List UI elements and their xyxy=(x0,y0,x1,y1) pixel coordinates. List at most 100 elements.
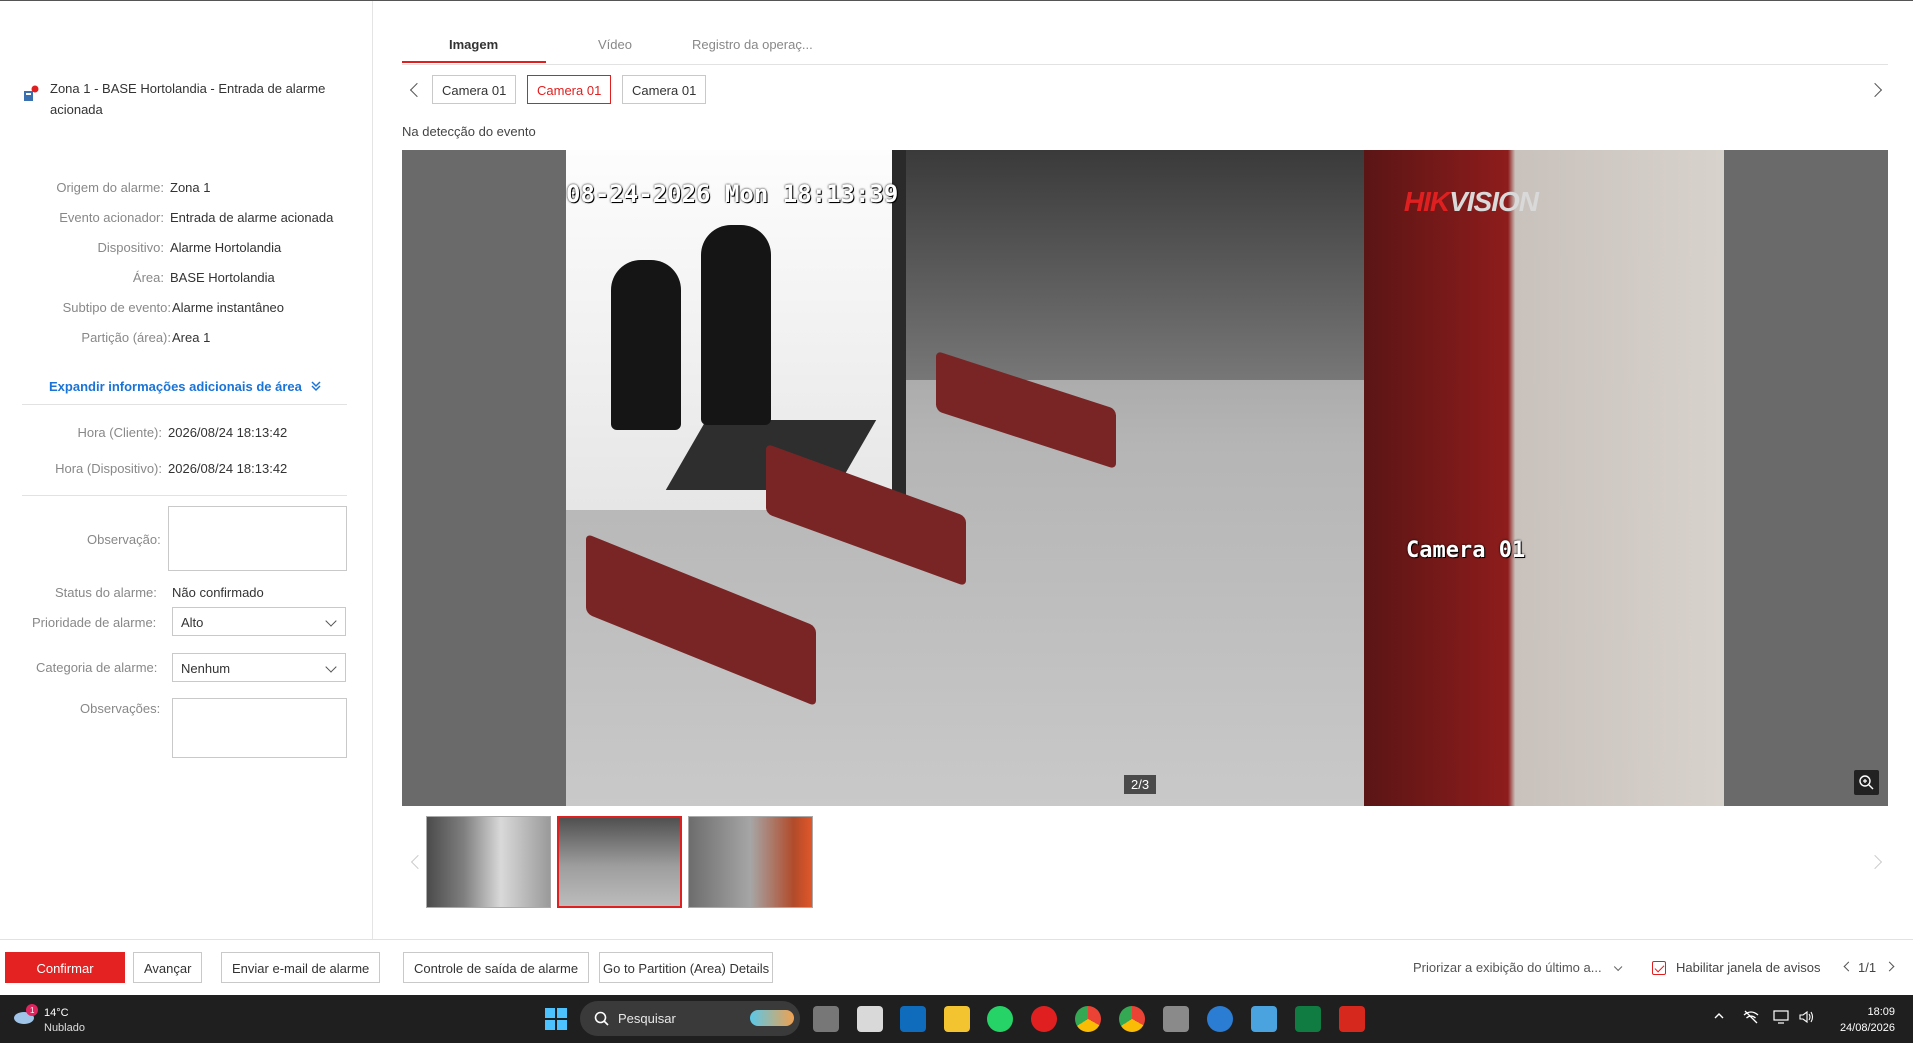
chevron-left-icon[interactable] xyxy=(409,82,425,98)
categoria-value: Nenhum xyxy=(181,661,231,676)
osd-camera-name: Camera 01 xyxy=(1406,538,1526,563)
clock-time[interactable]: 18:09 xyxy=(1867,1006,1895,1018)
settings-app-icon[interactable] xyxy=(1207,1006,1233,1032)
alarm-header: Zona 1 - BASE Hortolandia - Entrada de a… xyxy=(22,78,352,120)
weather-cloud-icon[interactable]: 1 xyxy=(12,1004,38,1024)
time-label: Hora (Dispositivo): xyxy=(55,461,162,476)
detail-label: Evento acionador: xyxy=(59,210,164,225)
scene-wall xyxy=(1364,150,1724,806)
status-label: Status do alarme: xyxy=(55,585,157,600)
whatsapp-icon[interactable] xyxy=(987,1006,1013,1032)
divider xyxy=(22,404,347,405)
camera-button-2[interactable]: Camera 01 xyxy=(527,75,612,104)
zoom-button[interactable] xyxy=(1854,770,1879,795)
network-off-icon[interactable] xyxy=(1743,1010,1759,1027)
weather-desc: Nublado xyxy=(44,1022,85,1034)
calculator-icon[interactable] xyxy=(1163,1006,1189,1032)
start-windows-icon[interactable] xyxy=(543,1006,569,1032)
tab-registro[interactable]: Registro da operaç... xyxy=(692,37,813,52)
thumbnail-3[interactable] xyxy=(688,816,813,908)
detail-area: Área: BASE Hortolandia xyxy=(0,270,360,290)
scene-person xyxy=(701,225,771,425)
alarm-details-panel: Zona 1 - BASE Hortolandia - Entrada de a… xyxy=(0,1,373,939)
thumbnail-1[interactable] xyxy=(426,816,551,908)
send-email-button[interactable]: Enviar e-mail de alarme xyxy=(221,952,381,983)
thumb-next-icon[interactable] xyxy=(1867,854,1883,870)
enable-popup-label: Habilitar janela de avisos xyxy=(1676,960,1821,975)
camera-button-1[interactable]: Camera 01 xyxy=(432,75,517,104)
excel-icon[interactable] xyxy=(1295,1006,1321,1032)
tab-video[interactable]: Vídeo xyxy=(598,37,632,52)
observacao-textarea[interactable] xyxy=(168,506,347,571)
chevron-down-icon xyxy=(325,661,337,673)
search-highlight-icon xyxy=(750,1010,794,1026)
active-tab-indicator xyxy=(402,61,546,63)
prioridade-select[interactable]: Alto xyxy=(172,607,346,636)
detail-label: Partição (área): xyxy=(81,330,171,345)
status-value: Não confirmado xyxy=(172,585,264,600)
detail-partition: Partição (área): Area 1 xyxy=(0,330,360,350)
image-viewer[interactable]: 08-24-2026 Mon 18:13:39 HIKVISION Camera… xyxy=(402,150,1888,806)
alarm-output-button[interactable]: Controle de saída de alarme xyxy=(403,952,590,983)
detail-value: Alarme instantâneo xyxy=(172,300,285,315)
camera-snapshot: 08-24-2026 Mon 18:13:39 HIKVISION Camera… xyxy=(566,150,1724,806)
observacoes-label: Observações: xyxy=(80,701,161,716)
weather-badge: 1 xyxy=(30,1006,35,1015)
detail-device: Dispositivo: Alarme Hortolandia xyxy=(0,240,360,260)
detail-label: Subtipo de evento: xyxy=(62,300,171,315)
confirm-button[interactable]: Confirmar xyxy=(5,952,125,983)
detail-value: Area 1 xyxy=(172,330,211,345)
snipping-tool-icon[interactable] xyxy=(857,1006,883,1032)
page-prev-icon[interactable] xyxy=(1843,961,1854,972)
detail-value: Alarme Hortolandia xyxy=(170,240,282,255)
detail-value: Zona 1 xyxy=(170,180,211,195)
page-next-icon[interactable] xyxy=(1884,961,1895,972)
time-device: Hora (Dispositivo): 2026/08/24 18:13:42 xyxy=(0,461,360,481)
detail-subtype: Subtipo de evento: Alarme instantâneo xyxy=(0,300,360,320)
chevron-up-icon[interactable] xyxy=(1713,1010,1725,1025)
chrome-profile-icon[interactable] xyxy=(1119,1006,1145,1032)
hikcentral-icon[interactable] xyxy=(1031,1006,1057,1032)
time-client: Hora (Cliente): 2026/08/24 18:13:42 xyxy=(0,425,360,445)
clock-date[interactable]: 24/08/2026 xyxy=(1840,1022,1895,1034)
detail-event: Evento acionador: Entrada de alarme acio… xyxy=(0,210,360,230)
partition-details-button[interactable]: Go to Partition (Area) Details xyxy=(599,952,774,983)
divider xyxy=(22,495,347,496)
outlook-icon[interactable] xyxy=(900,1006,926,1032)
thumb-prev-icon[interactable] xyxy=(410,854,426,870)
display-icon[interactable] xyxy=(1773,1010,1789,1027)
weather-temp: 14°C xyxy=(44,1007,69,1019)
time-value: 2026/08/24 18:13:42 xyxy=(168,425,288,440)
enable-popup-checkbox[interactable] xyxy=(1652,961,1666,975)
chevron-right-icon[interactable] xyxy=(1867,82,1883,98)
categoria-select[interactable]: Nenhum xyxy=(172,653,346,682)
brand-hik: HIK xyxy=(1403,186,1450,217)
observacoes-textarea[interactable] xyxy=(172,698,347,758)
osd-timestamp: 08-24-2026 Mon 18:13:39 xyxy=(566,180,899,208)
alarm-input-icon xyxy=(22,85,40,103)
prioridade-label: Prioridade de alarme: xyxy=(32,615,157,630)
acrobat-icon[interactable] xyxy=(1339,1006,1365,1032)
hikvision-logo: HIKVISION xyxy=(1403,186,1539,218)
windows-taskbar: 1 14°C Nublado Pesquisar 18:09 24/08/202… xyxy=(0,995,1913,1043)
scene-person xyxy=(611,260,681,430)
volume-icon[interactable] xyxy=(1799,1010,1815,1027)
priority-display-select[interactable]: Priorizar a exibição do último a... xyxy=(1413,960,1623,975)
expand-area-info-link[interactable]: Expandir informações adicionais de área xyxy=(49,379,322,395)
detail-value: Entrada de alarme acionada xyxy=(170,210,334,225)
task-view-icon[interactable] xyxy=(813,1006,839,1032)
notepad-icon[interactable] xyxy=(1251,1006,1277,1032)
taskbar-search[interactable]: Pesquisar xyxy=(580,1001,800,1036)
detail-label: Origem do alarme: xyxy=(56,180,164,195)
thumbnail-2[interactable] xyxy=(557,816,682,908)
page-indicator: 1/1 xyxy=(1858,960,1877,975)
tab-bar: Imagem Vídeo Registro da operaç... xyxy=(402,30,1888,65)
next-button[interactable]: Avançar xyxy=(133,952,203,983)
tab-imagem[interactable]: Imagem xyxy=(449,37,498,52)
scene-chairs xyxy=(586,533,816,707)
chrome-icon[interactable] xyxy=(1075,1006,1101,1032)
file-explorer-icon[interactable] xyxy=(944,1006,970,1032)
expand-label: Expandir informações adicionais de área xyxy=(49,379,302,394)
detail-origin: Origem do alarme: Zona 1 xyxy=(0,180,360,200)
camera-button-3[interactable]: Camera 01 xyxy=(622,75,707,104)
